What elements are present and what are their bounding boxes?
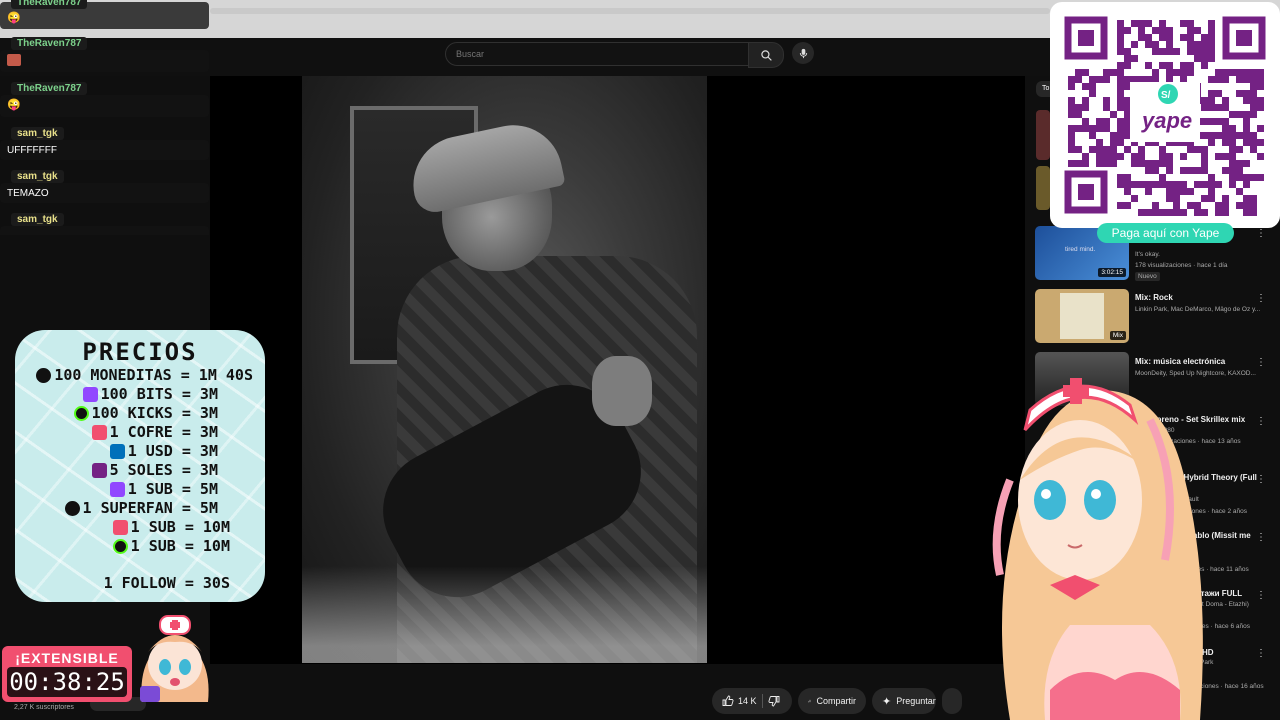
more-options-icon[interactable]: ⋮ xyxy=(1256,228,1266,239)
like-count: 14 K xyxy=(738,696,757,706)
rec-title[interactable]: Mix: Rock xyxy=(1135,293,1173,302)
price-line: 1 FOLLOW = 30S xyxy=(103,574,230,592)
prices-title: PRECIOS xyxy=(82,338,198,366)
chat-message: TheRaven787 xyxy=(0,37,209,72)
rec-duration: Mix xyxy=(1109,331,1126,340)
chat-text: TEMAZO xyxy=(7,188,49,199)
chest-icon xyxy=(112,519,128,535)
rec-stats: 178 visualizaciones · hace 1 día xyxy=(1135,262,1228,269)
qr-code: S/ yape xyxy=(1064,16,1266,216)
rec-badge: Nuevo xyxy=(1135,272,1160,281)
chat-username: sam_tgk xyxy=(11,170,64,183)
price-line: 5 SOLES = 3M xyxy=(91,461,218,479)
share-icon xyxy=(808,699,812,703)
chat-message: sam_tgk xyxy=(0,213,209,235)
paypal-icon xyxy=(109,443,125,459)
rec-thumbnail[interactable]: Mix xyxy=(1035,289,1129,343)
ask-label: Preguntar xyxy=(896,696,936,706)
more-options-icon[interactable]: ⋮ xyxy=(1256,293,1266,304)
price-line: 1 COFRE = 3M xyxy=(91,423,218,441)
share-button[interactable]: Compartir xyxy=(798,688,866,714)
photo-floor-glow xyxy=(302,566,707,663)
chat-emote xyxy=(7,54,21,66)
chat-text: UFFFFFFF xyxy=(7,145,57,156)
tiktok-icon xyxy=(64,500,80,516)
microphone-icon xyxy=(799,48,807,58)
price-line: 1 SUPERFAN = 5M xyxy=(64,499,218,517)
chat-emote: 😜 xyxy=(7,12,21,24)
price-line: 1 SUB = 5M xyxy=(109,480,218,498)
chat-username: TheRaven787 xyxy=(11,37,88,50)
chat-username: TheRaven787 xyxy=(11,82,88,95)
rec-duration: 3:02:15 xyxy=(1098,268,1126,277)
price-line: 1 USD = 3M xyxy=(109,442,218,460)
address-bar[interactable] xyxy=(210,8,1050,14)
thumbs-down-icon[interactable] xyxy=(768,695,780,707)
subathon-timer: ¡EXTENSIBLE 00:38:25 xyxy=(2,646,132,702)
chat-username: TheRaven787 xyxy=(11,0,88,9)
chat-emote: 😜 xyxy=(7,99,21,111)
price-line: 1 SUB = 10M xyxy=(112,537,230,555)
rec-channel: Linkin Park, Mac DeMarco, Mägo de Oz y..… xyxy=(1135,306,1261,313)
video-frame-photo xyxy=(302,76,707,663)
voice-search-button[interactable] xyxy=(792,42,814,64)
chat-username: sam_tgk xyxy=(11,127,64,140)
chat-message: TheRaven787 😜 xyxy=(0,82,209,117)
like-button[interactable]: 14 K xyxy=(722,695,757,707)
sparkle-icon: ✦ xyxy=(882,695,892,708)
tiktok-icon xyxy=(36,367,52,383)
chat-username: sam_tgk xyxy=(11,213,64,226)
video-actions-bar: 14 K Compartir ✦ Preguntar xyxy=(210,688,1030,716)
timer-label: ¡EXTENSIBLE xyxy=(15,650,119,666)
pay-with-yape-button[interactable]: Paga aquí con Yape xyxy=(1097,223,1234,243)
svg-text:S/: S/ xyxy=(1161,90,1171,101)
subscriber-count: 2,27 K suscriptores xyxy=(14,704,74,711)
price-line: 1 SUB = 10M xyxy=(112,518,230,536)
kick-icon xyxy=(112,538,128,554)
yape-logo-text: yape xyxy=(1141,108,1192,133)
search-input[interactable] xyxy=(454,48,738,60)
ask-button[interactable]: ✦ Preguntar xyxy=(872,688,936,714)
chat-message: sam_tgk UFFFFFFF xyxy=(0,127,209,160)
prices-panel: PRECIOS 100 MONEDITAS = 1M 40S 100 BITS … xyxy=(15,330,265,602)
chat-overlay: TheRaven787 😜 TheRaven787 TheRaven787 😜 … xyxy=(0,0,210,235)
search-field[interactable] xyxy=(445,42,749,66)
vtuber-avatar xyxy=(992,378,1203,720)
search-button[interactable] xyxy=(748,42,784,68)
price-line: 100 MONEDITAS = 1M 40S xyxy=(36,366,253,384)
thumbs-up-icon xyxy=(722,695,734,706)
yape-qr-card: S/ yape xyxy=(1050,2,1280,228)
price-line: 100 KICKS = 3M xyxy=(73,404,218,422)
share-label: Compartir xyxy=(816,696,856,706)
rec-thumbnail-partial[interactable] xyxy=(1036,110,1050,160)
chat-message: sam_tgk TEMAZO xyxy=(0,170,209,203)
kick-icon xyxy=(73,405,89,421)
yape-icon xyxy=(91,462,107,478)
timer-value: 00:38:25 xyxy=(7,667,127,697)
chibi-avatar xyxy=(140,615,209,702)
chest-icon xyxy=(91,424,107,440)
twitch-icon xyxy=(109,481,125,497)
photo-hand xyxy=(592,356,652,426)
twitch-icon xyxy=(82,386,98,402)
rec-thumbnail-partial[interactable] xyxy=(1036,166,1050,210)
rec-channel: It's okay. xyxy=(1135,251,1160,258)
like-dislike-group: 14 K xyxy=(712,688,792,714)
chat-message: TheRaven787 😜 xyxy=(0,0,209,29)
search-icon xyxy=(760,49,772,61)
price-line: 100 BITS = 3M xyxy=(82,385,218,403)
